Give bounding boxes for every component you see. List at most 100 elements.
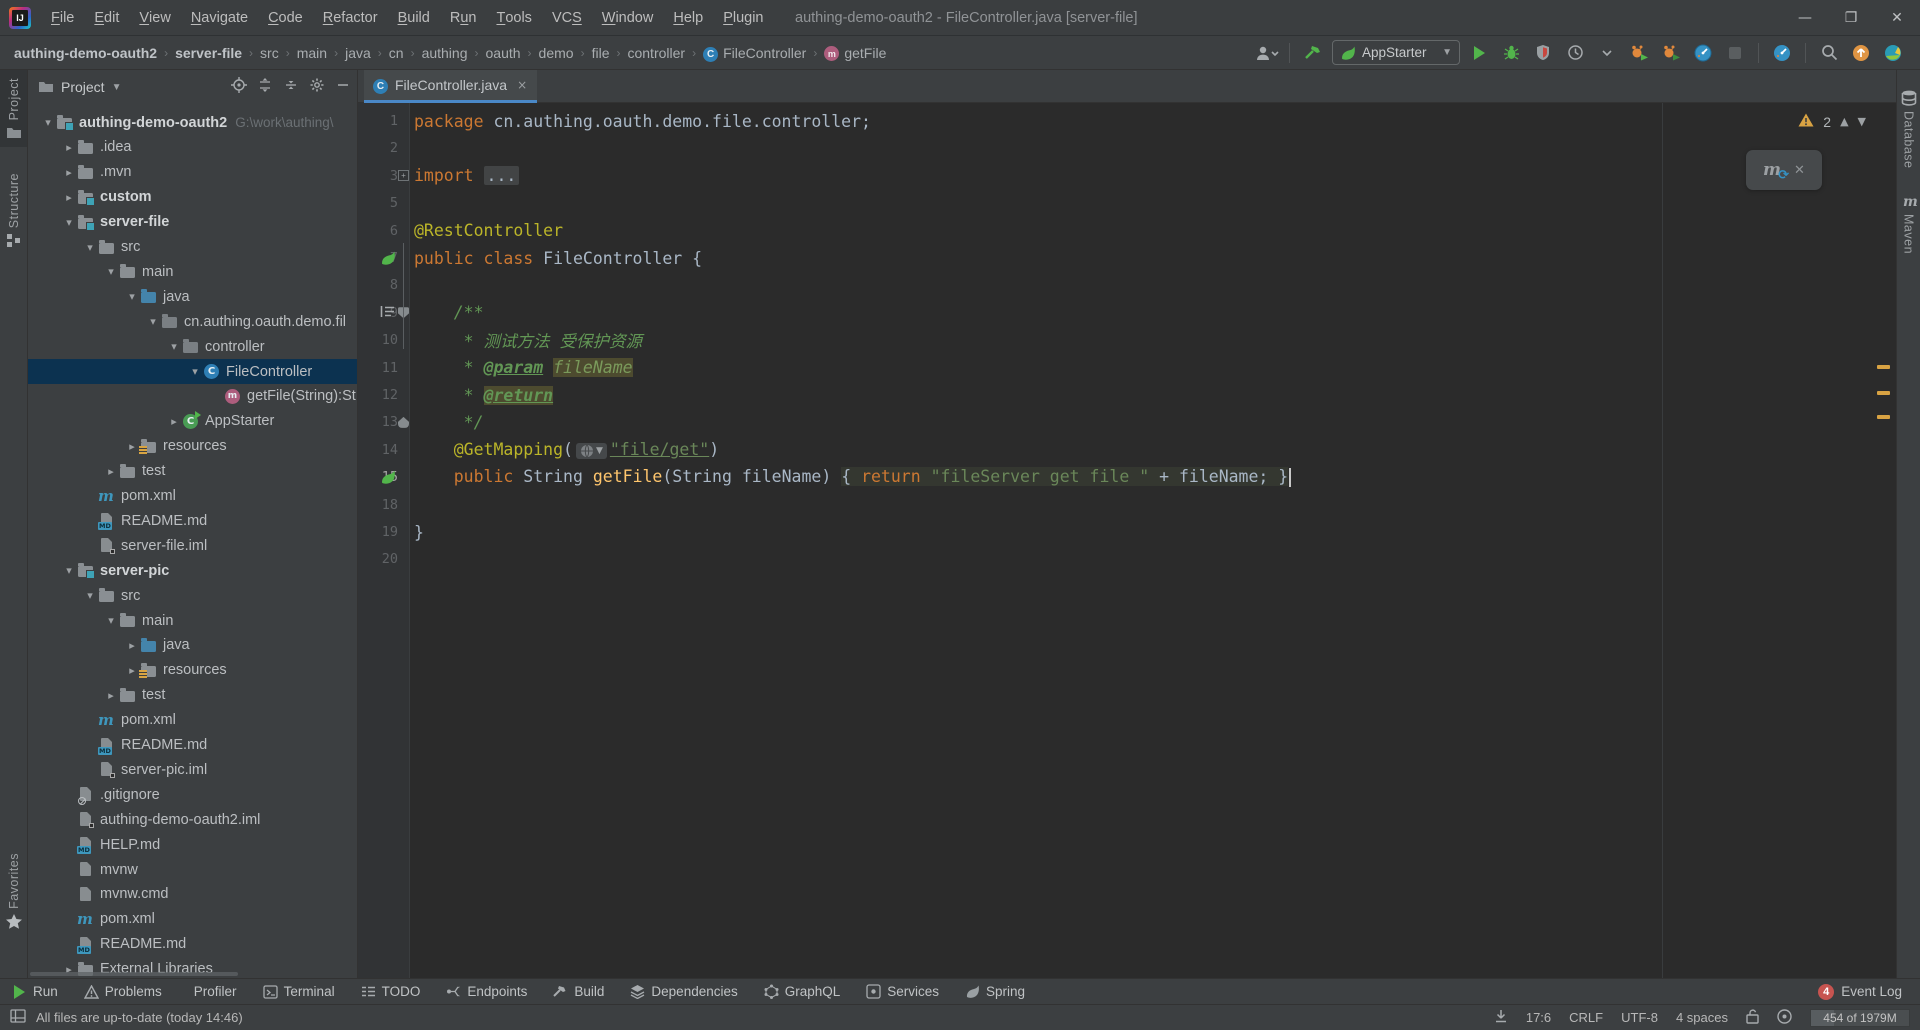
tree-item-src[interactable]: ▾src xyxy=(28,583,358,608)
code-with-me-sphere-button[interactable] xyxy=(1880,41,1906,65)
menu-vcs[interactable]: VCS xyxy=(542,0,592,36)
tree-item-custom[interactable]: ▸custom xyxy=(28,185,358,210)
tree-item-appstarter[interactable]: ▸CAppStarter xyxy=(28,409,358,434)
chevron-collapsed-icon[interactable]: ▸ xyxy=(124,664,140,677)
breadcrumb-item-main[interactable]: main xyxy=(297,45,327,61)
code-line-9[interactable]: 9 /** xyxy=(358,299,1896,327)
tab-filecontroller[interactable]: C FileController.java × xyxy=(364,70,537,103)
menu-plugin[interactable]: Plugin xyxy=(713,0,773,36)
close-button[interactable]: ✕ xyxy=(1874,0,1920,36)
run-play-button[interactable] xyxy=(1466,41,1492,65)
fold-end-icon[interactable] xyxy=(398,417,409,428)
menu-window[interactable]: Window xyxy=(592,0,664,36)
menu-run[interactable]: Run xyxy=(440,0,487,36)
menu-build[interactable]: Build xyxy=(388,0,440,36)
breadcrumb-item-oauth[interactable]: oauth xyxy=(486,45,521,61)
collapse-all-button[interactable] xyxy=(283,77,299,98)
toolwindow-button-todo[interactable]: TODO xyxy=(361,984,421,999)
menu-edit[interactable]: Edit xyxy=(84,0,129,36)
next-warning-icon[interactable]: ▼ xyxy=(1858,115,1866,128)
profiler-cpu-button[interactable] xyxy=(1626,41,1652,65)
chevron-collapsed-icon[interactable]: ▸ xyxy=(103,689,119,702)
project-view-selector[interactable]: Project ▼ xyxy=(38,79,121,96)
tree-item-filecontroller[interactable]: ▾CFileController xyxy=(28,359,358,384)
file-encoding[interactable]: UTF-8 xyxy=(1621,1010,1658,1025)
vcs-update-icon[interactable] xyxy=(1494,1009,1508,1026)
code-line-10[interactable]: 10 * 测试方法 受保护资源 xyxy=(358,326,1896,354)
maven-reload-popup[interactable]: m⟳ ✕ xyxy=(1746,150,1822,190)
menu-navigate[interactable]: Navigate xyxy=(181,0,258,36)
toolwindow-button-spring[interactable]: Spring xyxy=(965,984,1025,999)
warning-stripe-mark[interactable] xyxy=(1877,391,1890,395)
chevron-expanded-icon[interactable]: ▾ xyxy=(103,265,119,278)
editor-area[interactable]: 1package cn.authing.oauth.demo.file.cont… xyxy=(358,103,1896,978)
chevron-expanded-icon[interactable]: ▾ xyxy=(166,340,182,353)
breadcrumb-item-authing-demo-oauth2[interactable]: authing-demo-oauth2 xyxy=(14,45,157,61)
tree-item-controller[interactable]: ▾controller xyxy=(28,334,358,359)
menu-view[interactable]: View xyxy=(129,0,180,36)
horizontal-scrollbar[interactable] xyxy=(30,972,238,976)
toolwindow-button-terminal[interactable]: Terminal xyxy=(263,984,335,999)
code-line-14[interactable]: 14 @GetMapping(▼"file/get") xyxy=(358,436,1896,464)
code-line-2[interactable]: 2 xyxy=(358,134,1896,162)
toolwindow-button-run[interactable]: Run xyxy=(12,984,58,1000)
warning-stripe-mark[interactable] xyxy=(1877,365,1890,369)
tree-item-authing-demo-oauth2.iml[interactable]: authing-demo-oauth2.iml xyxy=(28,807,358,832)
breadcrumb-item-java[interactable]: java xyxy=(345,45,371,61)
chevron-expanded-icon[interactable]: ▾ xyxy=(82,589,98,602)
tree-item-getfilestringst[interactable]: mgetFile(String):St xyxy=(28,384,358,409)
code-line-1[interactable]: 1package cn.authing.oauth.demo.file.cont… xyxy=(358,107,1896,135)
profiler-clock-button[interactable] xyxy=(1562,41,1588,65)
tree-item-pom.xml[interactable]: mpom.xml xyxy=(28,484,358,509)
chevron-collapsed-icon[interactable]: ▸ xyxy=(61,141,77,154)
tree-item-readme.md[interactable]: MDREADME.md xyxy=(28,508,358,533)
profiler-alloc-button[interactable] xyxy=(1658,41,1684,65)
tree-item-.mvn[interactable]: ▸.mvn xyxy=(28,160,358,185)
close-tab-icon[interactable]: × xyxy=(517,78,527,92)
tree-item-help.md[interactable]: MDHELP.md xyxy=(28,832,358,857)
debug-bug-button[interactable] xyxy=(1498,41,1524,65)
chevron-collapsed-icon[interactable]: ▸ xyxy=(166,415,182,428)
tree-item-java[interactable]: ▸java xyxy=(28,633,358,658)
event-log-button[interactable]: 4Event Log xyxy=(1818,984,1902,1000)
hide-minus-button[interactable] xyxy=(335,77,351,98)
chevron-button[interactable] xyxy=(1594,41,1620,65)
tool-stripe-maven[interactable]: mMaven xyxy=(1897,185,1920,262)
breadcrumb-item-filecontroller[interactable]: CFileController xyxy=(703,44,806,62)
tree-item-mvnw.cmd[interactable]: mvnw.cmd xyxy=(28,882,358,907)
user-dropdown-button[interactable] xyxy=(1253,41,1279,65)
indent-style[interactable]: 4 spaces xyxy=(1676,1010,1728,1025)
tree-item-readme.md[interactable]: MDREADME.md xyxy=(28,733,358,758)
chevron-expanded-icon[interactable]: ▾ xyxy=(145,315,161,328)
maximize-button[interactable]: ❐ xyxy=(1828,0,1874,36)
tree-item-server-pic[interactable]: ▾server-pic xyxy=(28,558,358,583)
code-line-15[interactable]: 15 public String getFile(String fileName… xyxy=(358,463,1896,491)
code-line-13[interactable]: 13 */ xyxy=(358,408,1896,436)
breadcrumb-item-getfile[interactable]: mgetFile xyxy=(824,44,886,62)
tree-item-pom.xml[interactable]: mpom.xml xyxy=(28,708,358,733)
update-available-button[interactable] xyxy=(1848,41,1874,65)
chevron-collapsed-icon[interactable]: ▸ xyxy=(124,639,140,652)
breadcrumb-item-authing[interactable]: authing xyxy=(422,45,468,61)
menu-code[interactable]: Code xyxy=(258,0,313,36)
toolwindow-button-endpoints[interactable]: Endpoints xyxy=(446,984,527,999)
tree-item-java[interactable]: ▾java xyxy=(28,284,358,309)
tool-window-switcher-icon[interactable] xyxy=(10,1009,26,1026)
javadoc-gutter-icon[interactable] xyxy=(380,305,395,318)
breadcrumb-item-controller[interactable]: controller xyxy=(627,45,685,61)
code-line-5[interactable]: 5 xyxy=(358,189,1896,217)
chevron-collapsed-icon[interactable]: ▸ xyxy=(124,440,140,453)
toolwindow-button-dependencies[interactable]: Dependencies xyxy=(630,984,737,999)
code-line-3[interactable]: 3+import ... xyxy=(358,162,1896,190)
code-line-11[interactable]: 11 * @param fileName xyxy=(358,354,1896,382)
tree-item-authing-demo-oauth2[interactable]: ▾authing-demo-oauth2G:\work\authing\ xyxy=(28,110,358,135)
tree-item-server-file[interactable]: ▾server-file xyxy=(28,210,358,235)
tree-item-main[interactable]: ▾main xyxy=(28,259,358,284)
tree-item-server-file.iml[interactable]: server-file.iml xyxy=(28,533,358,558)
tree-item-mvnw[interactable]: mvnw xyxy=(28,857,358,882)
tree-item-test[interactable]: ▸test xyxy=(28,459,358,484)
code-line-19[interactable]: 19} xyxy=(358,518,1896,546)
tree-item-.gitignore[interactable]: .gitignore xyxy=(28,782,358,807)
tree-item-.idea[interactable]: ▸.idea xyxy=(28,135,358,160)
url-inlay-hint[interactable]: ▼ xyxy=(576,443,607,459)
